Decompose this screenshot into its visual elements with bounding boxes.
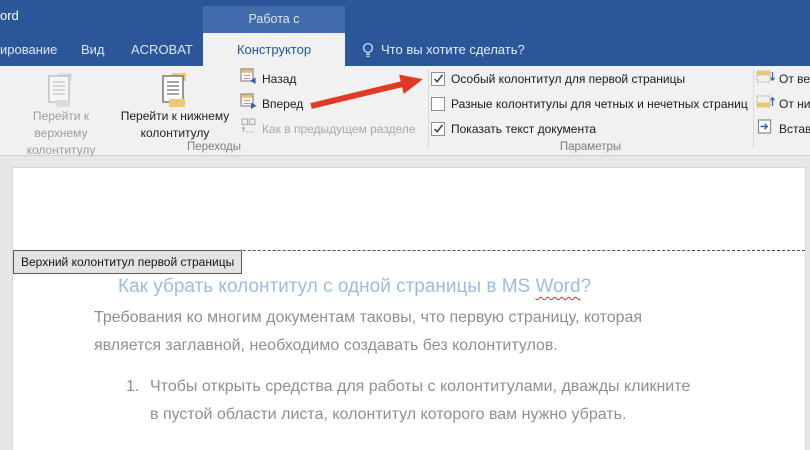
ribbon-tab-bar: ирование Вид ACROBAT Конструктор Что вы … xyxy=(0,33,810,66)
back-icon xyxy=(240,68,257,89)
check-icon xyxy=(433,73,444,84)
tab-view[interactable]: Вид xyxy=(81,33,105,66)
document-page[interactable]: Верхний колонтитул первой страницы Как у… xyxy=(12,167,806,450)
list-text: Чтобы открыть средства для работы с коло… xyxy=(150,373,690,429)
insert-alignment-tab-icon xyxy=(756,119,775,139)
checkbox-box[interactable] xyxy=(431,97,445,111)
forward-button[interactable]: Вперед xyxy=(240,95,303,112)
link-to-previous-button[interactable]: Как в предыдущем разделе xyxy=(240,120,416,137)
footer-from-bottom-icon xyxy=(756,94,775,114)
go-to-header-icon xyxy=(43,71,79,107)
insert-alignment-tab-label: Встави xyxy=(779,122,810,136)
checkbox-box[interactable] xyxy=(431,72,445,86)
tab-acrobat[interactable]: ACROBAT xyxy=(131,33,193,66)
footer-from-bottom-label: От ниж xyxy=(779,97,810,111)
back-button[interactable]: Назад xyxy=(240,70,296,87)
go-to-header-button[interactable]: Перейти к верхнему колонтитулу xyxy=(8,68,114,152)
word-window: ord Работа с колонтитулами ирование Вид … xyxy=(0,0,810,450)
check-icon xyxy=(433,123,444,134)
go-to-footer-button[interactable]: Перейти к нижнему колонтитулу xyxy=(116,68,234,152)
checkbox-label: Показать текст документа xyxy=(451,122,596,136)
document-area: Верхний колонтитул первой страницы Как у… xyxy=(0,156,810,450)
first-page-header-tag: Верхний колонтитул первой страницы xyxy=(13,250,242,274)
forward-label: Вперед xyxy=(262,97,303,111)
list-number: 1. xyxy=(126,373,144,429)
checkbox-box[interactable] xyxy=(431,122,445,136)
document-list-item[interactable]: 1. Чтобы открыть средства для работы с к… xyxy=(126,373,690,429)
group-separator xyxy=(753,69,754,149)
go-to-footer-label: Перейти к нижнему колонтитулу xyxy=(116,108,234,142)
insert-alignment-tab-button[interactable]: Встави xyxy=(756,120,810,137)
forward-icon xyxy=(240,93,257,114)
back-label: Назад xyxy=(262,72,296,86)
window-title-fragment: ord xyxy=(0,6,19,26)
checkbox-label: Разные колонтитулы для четных и нечетных… xyxy=(451,97,748,111)
group-separator xyxy=(428,69,429,149)
group-label-navigation: Переходы xyxy=(0,141,428,153)
link-to-previous-icon xyxy=(240,118,257,139)
header-from-top-icon xyxy=(756,69,775,89)
tab-design-active[interactable]: Конструктор xyxy=(203,33,345,66)
checkbox-different-first-page[interactable]: Особый колонтитул для первой страницы xyxy=(431,71,685,86)
checkbox-odd-even-pages[interactable]: Разные колонтитулы для четных и нечетных… xyxy=(431,96,748,111)
tell-me-box[interactable]: Что вы хотите сделать? xyxy=(381,33,525,66)
heading-text: Как убрать колонтитул с одной страницы в… xyxy=(118,276,536,297)
misspelled-word: Word xyxy=(536,276,581,297)
lightbulb-icon xyxy=(360,41,376,64)
checkbox-show-document-text[interactable]: Показать текст документа xyxy=(431,121,596,136)
document-heading[interactable]: Как убрать колонтитул с одной страницы в… xyxy=(118,274,591,300)
group-label-options: Параметры xyxy=(428,141,753,153)
header-from-top-button[interactable]: От вер xyxy=(756,70,810,87)
checkbox-label: Особый колонтитул для первой страницы xyxy=(451,72,685,86)
tab-review-partial[interactable]: ирование xyxy=(0,33,57,66)
document-paragraph[interactable]: Требования ко многим документам таковы, … xyxy=(94,304,642,360)
link-to-previous-label: Как в предыдущем разделе xyxy=(262,122,416,136)
heading-suffix: ? xyxy=(581,276,592,297)
title-bar: ord Работа с колонтитулами xyxy=(0,0,810,33)
contextual-tab-group-header: Работа с колонтитулами xyxy=(203,6,345,33)
go-to-footer-icon xyxy=(157,71,193,107)
header-from-top-label: От вер xyxy=(779,72,810,86)
footer-from-bottom-button[interactable]: От ниж xyxy=(756,95,810,112)
